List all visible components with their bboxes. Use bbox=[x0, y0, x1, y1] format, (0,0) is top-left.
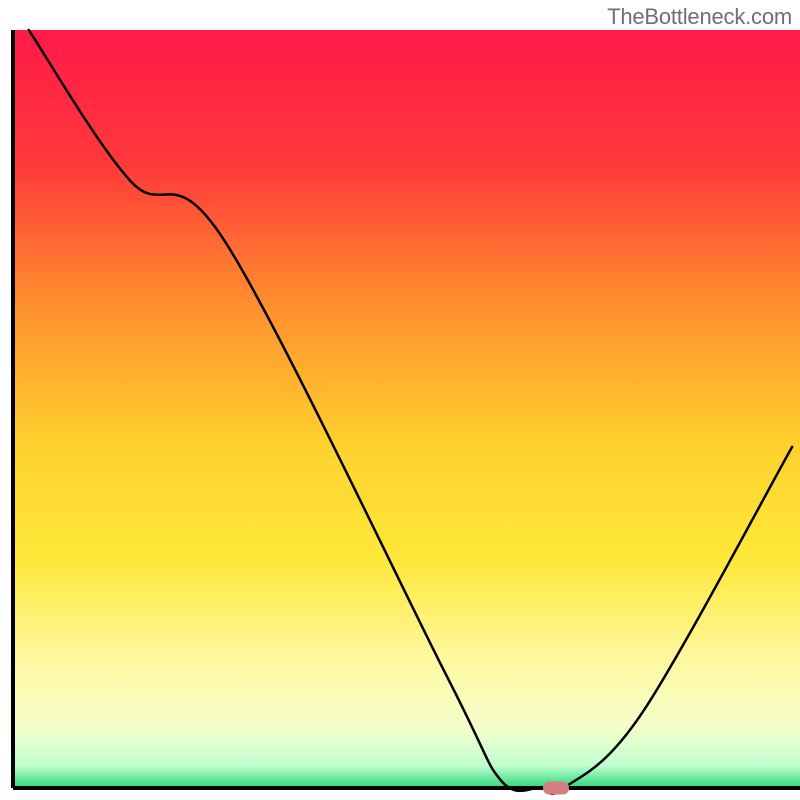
chart-container: TheBottleneck.com bbox=[0, 0, 800, 800]
plot-gradient-rect bbox=[13, 30, 800, 788]
chart-svg bbox=[0, 0, 800, 800]
minimum-marker bbox=[543, 782, 569, 795]
watermark-text: TheBottleneck.com bbox=[607, 4, 792, 30]
